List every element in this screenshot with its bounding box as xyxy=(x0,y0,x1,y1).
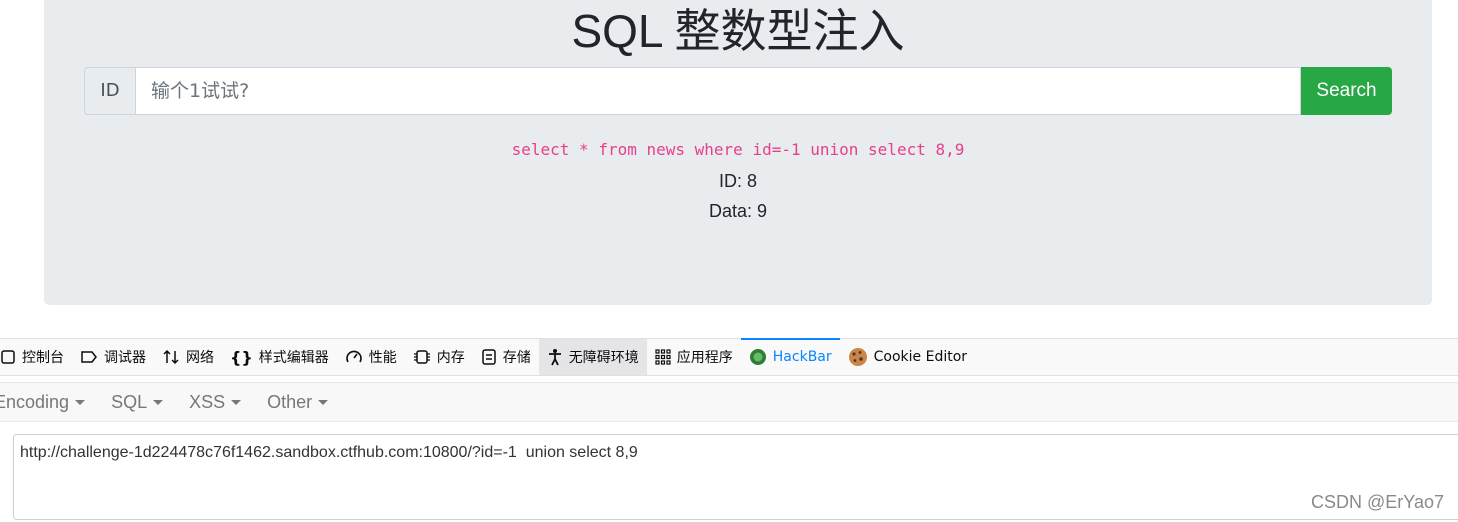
tab-label: 内存 xyxy=(436,350,465,366)
performance-icon xyxy=(345,349,363,365)
jumbotron-panel: SQL 整数型注入 ID Search select * from news w… xyxy=(44,0,1432,305)
tab-label: 应用程序 xyxy=(676,350,733,366)
hackbar-menu: Encoding SQL XSS Other xyxy=(0,382,1458,422)
tab-memory[interactable]: 内存 xyxy=(405,339,473,375)
caret-down-icon xyxy=(153,400,164,406)
cookie-icon xyxy=(848,347,868,367)
tab-storage[interactable]: 存储 xyxy=(473,339,539,375)
menu-other[interactable]: Other xyxy=(267,391,329,413)
tab-label: 网络 xyxy=(186,350,214,366)
page-title: SQL 整数型注入 xyxy=(571,5,905,57)
accessibility-icon xyxy=(547,348,563,366)
debugger-icon xyxy=(80,349,98,365)
menu-label: Encoding xyxy=(0,391,70,412)
hackbar-icon xyxy=(749,348,767,366)
tab-label: 无障碍环境 xyxy=(568,350,639,366)
tab-cookie-editor[interactable]: Cookie Editor xyxy=(840,339,975,375)
tab-console[interactable]: 控制台 xyxy=(0,339,72,375)
menu-sql[interactable]: SQL xyxy=(111,391,164,413)
storage-icon xyxy=(481,349,497,365)
caret-down-icon xyxy=(231,400,242,406)
devtools-tab-bar: 控制台 调试器 网络 {} 样式编辑器 性能 内存 存储 无障碍环境 应用程序 … xyxy=(0,338,1458,376)
menu-encoding[interactable]: Encoding xyxy=(0,391,86,413)
tab-label: 存储 xyxy=(502,350,531,366)
result-data: Data: 9 xyxy=(708,201,768,221)
memory-icon xyxy=(413,349,431,365)
tab-label: HackBar xyxy=(772,349,832,365)
sql-query-text: select * from news where id=-1 union sel… xyxy=(511,140,965,159)
caret-down-icon xyxy=(75,400,86,406)
tab-label: 样式编辑器 xyxy=(258,350,329,366)
search-button[interactable]: Search xyxy=(1301,67,1392,115)
search-form: ID Search xyxy=(84,67,1392,115)
tab-style-editor[interactable]: {} 样式编辑器 xyxy=(222,339,337,375)
tab-label: Cookie Editor xyxy=(873,349,968,365)
menu-label: Other xyxy=(267,391,313,412)
tab-network[interactable]: 网络 xyxy=(154,339,222,375)
network-icon xyxy=(162,349,180,365)
tab-debugger[interactable]: 调试器 xyxy=(72,339,154,375)
application-icon xyxy=(655,349,671,365)
style-editor-icon: {} xyxy=(230,347,253,367)
result-id: ID: 8 xyxy=(718,171,757,191)
tab-label: 性能 xyxy=(368,350,397,366)
hackbar-url-input[interactable]: http://challenge-1d224478c76f1462.sandbo… xyxy=(13,434,1458,520)
menu-label: XSS xyxy=(189,391,226,412)
menu-label: SQL xyxy=(111,391,148,412)
tab-label: 调试器 xyxy=(104,350,146,366)
watermark: CSDN @ErYao7 xyxy=(1311,492,1444,512)
tab-application[interactable]: 应用程序 xyxy=(647,339,741,375)
id-addon-label: ID xyxy=(84,67,135,115)
tab-hackbar[interactable]: HackBar xyxy=(740,338,840,375)
tab-performance[interactable]: 性能 xyxy=(337,339,405,375)
menu-xss[interactable]: XSS xyxy=(189,391,242,413)
console-icon xyxy=(0,349,16,365)
caret-down-icon xyxy=(318,400,329,406)
tab-accessibility[interactable]: 无障碍环境 xyxy=(538,339,647,375)
id-input[interactable] xyxy=(135,67,1301,115)
tab-label: 控制台 xyxy=(22,350,64,366)
